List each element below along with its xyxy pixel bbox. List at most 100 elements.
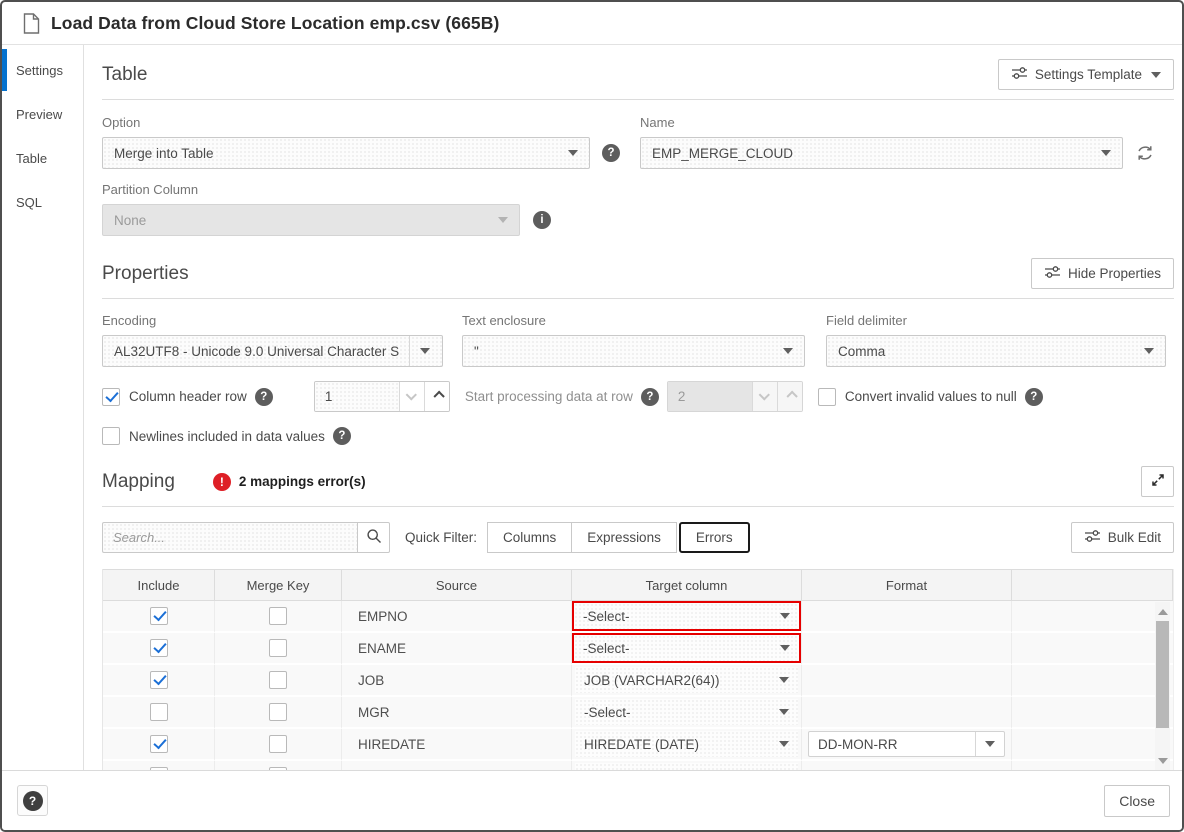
row-filler-cell (1012, 697, 1173, 729)
merge-key-checkbox[interactable] (269, 735, 287, 753)
merge-key-checkbox[interactable] (269, 671, 287, 689)
spinner-decrement-button (751, 382, 777, 411)
format-cell (802, 633, 1012, 665)
scroll-down-button[interactable] (1155, 753, 1170, 768)
column-header-row-checkbox[interactable] (102, 387, 120, 406)
column-header-include[interactable]: Include (103, 569, 215, 601)
source-cell: EMPNO (342, 601, 572, 633)
include-checkbox[interactable] (149, 607, 168, 625)
mapping-errors-summary: 2 mappings error(s) (238, 474, 366, 489)
target-column-cell: -Select- (572, 761, 802, 770)
convert-invalid-checkbox[interactable] (817, 387, 836, 406)
include-checkbox[interactable] (149, 703, 168, 721)
include-checkbox[interactable] (149, 639, 168, 657)
settings-panel: Table Settings Template Option Merge int… (84, 45, 1182, 770)
sidebar-item-preview[interactable]: Preview (2, 92, 83, 136)
source-cell: SAL (342, 761, 572, 770)
encoding-select[interactable]: AL32UTF8 - Unicode 9.0 Universal Charact… (102, 335, 443, 367)
scroll-up-button[interactable] (1155, 604, 1170, 619)
help-icon[interactable]: ? (254, 387, 273, 406)
format-combobox[interactable]: DD-MON-RR (808, 731, 1005, 757)
partition-column-select: None (102, 204, 520, 236)
dialog-title: Load Data from Cloud Store Location emp.… (51, 12, 500, 33)
include-checkbox[interactable] (149, 767, 168, 770)
divider (102, 506, 1174, 507)
target-column-value: -Select- (584, 769, 771, 771)
newlines-checkbox[interactable] (102, 427, 120, 445)
chevron-down-icon (779, 709, 789, 715)
target-column-value: -Select- (583, 640, 630, 656)
column-header-merge-key[interactable]: Merge Key (215, 569, 342, 601)
format-value: DD-MON-RR (818, 736, 898, 752)
sidebar-item-label: SQL (16, 194, 43, 210)
merge-key-cell (215, 761, 342, 770)
option-select[interactable]: Merge into Table (102, 137, 590, 169)
help-icon[interactable]: ? (332, 427, 351, 445)
help-icon[interactable]: ? (602, 144, 620, 162)
table-name-select[interactable]: EMP_MERGE_CLOUD (640, 137, 1123, 169)
bulk-edit-button[interactable]: Bulk Edit (1070, 522, 1174, 553)
target-column-select[interactable]: HIREDATE (DATE) (575, 731, 798, 757)
mapping-table: Include Merge Key Source Target column Forma… (102, 569, 1174, 770)
help-icon[interactable]: ? (640, 387, 659, 406)
chevron-up-icon (433, 390, 445, 402)
target-column-select[interactable]: -Select- (575, 699, 798, 725)
document-icon (23, 12, 40, 34)
quick-filter-columns-button[interactable]: Columns (487, 522, 573, 553)
chevron-down-icon (1151, 71, 1161, 78)
chevron-down-icon (568, 150, 578, 156)
spinner-decrement-button[interactable] (398, 382, 424, 411)
refresh-icon[interactable] (1136, 144, 1154, 162)
merge-key-checkbox[interactable] (269, 767, 287, 770)
info-icon[interactable]: i (533, 211, 551, 229)
help-icon[interactable]: ? (1024, 387, 1043, 406)
target-column-select[interactable]: -Select- (572, 601, 801, 631)
source-cell: ENAME (342, 633, 572, 665)
merge-key-cell (215, 665, 342, 697)
quick-filter-errors-button[interactable]: Errors (678, 522, 750, 553)
merge-key-cell (215, 697, 342, 729)
column-header-target-column[interactable]: Target column (572, 569, 802, 601)
column-header-format[interactable]: Format (802, 569, 1012, 601)
close-button[interactable]: Close (1104, 784, 1170, 817)
partition-column-label: Partition Column (102, 182, 199, 197)
scrollbar-thumb[interactable] (1156, 621, 1169, 728)
merge-key-checkbox[interactable] (269, 607, 287, 625)
merge-key-checkbox[interactable] (269, 639, 287, 657)
merge-key-checkbox[interactable] (269, 703, 287, 721)
include-checkbox[interactable] (149, 735, 168, 753)
divider (975, 732, 976, 756)
include-cell (103, 729, 215, 761)
sliders-icon (1044, 265, 1061, 282)
column-header-source[interactable]: Source (342, 569, 572, 601)
encoding-label: Encoding (102, 313, 157, 328)
help-button[interactable]: ? (17, 785, 48, 816)
sidebar-item-sql[interactable]: SQL (2, 180, 83, 224)
vertical-scrollbar[interactable] (1155, 602, 1170, 770)
target-column-value: -Select- (583, 608, 630, 624)
target-column-select[interactable]: -Select- (575, 763, 798, 770)
format-cell: DD-MON-RR (802, 729, 1012, 761)
divider (409, 336, 410, 366)
search-button[interactable] (357, 522, 390, 553)
spinner-increment-button[interactable] (423, 382, 449, 411)
sidebar-item-settings[interactable]: Settings (2, 48, 83, 92)
sidebar-item-table[interactable]: Table (2, 136, 83, 180)
field-delimiter-select[interactable]: Comma (826, 335, 1166, 367)
row-filler-cell (1012, 633, 1173, 665)
format-cell (802, 761, 1012, 770)
row-filler-cell (1012, 665, 1173, 697)
hide-properties-button[interactable]: Hide Properties (1030, 258, 1174, 289)
text-enclosure-select[interactable]: " (462, 335, 805, 367)
search-icon (366, 528, 382, 547)
target-column-value: -Select- (584, 704, 631, 720)
include-checkbox[interactable] (149, 671, 168, 689)
target-column-select[interactable]: -Select- (572, 633, 801, 663)
target-column-select[interactable]: JOB (VARCHAR2(64)) (575, 667, 798, 693)
sidebar-item-label: Table (16, 150, 48, 166)
quick-filter-expressions-button[interactable]: Expressions (571, 522, 677, 553)
expand-button[interactable] (1141, 466, 1174, 497)
settings-template-button[interactable]: Settings Template (997, 59, 1174, 90)
search-input[interactable] (102, 522, 357, 553)
name-label: Name (640, 115, 675, 130)
